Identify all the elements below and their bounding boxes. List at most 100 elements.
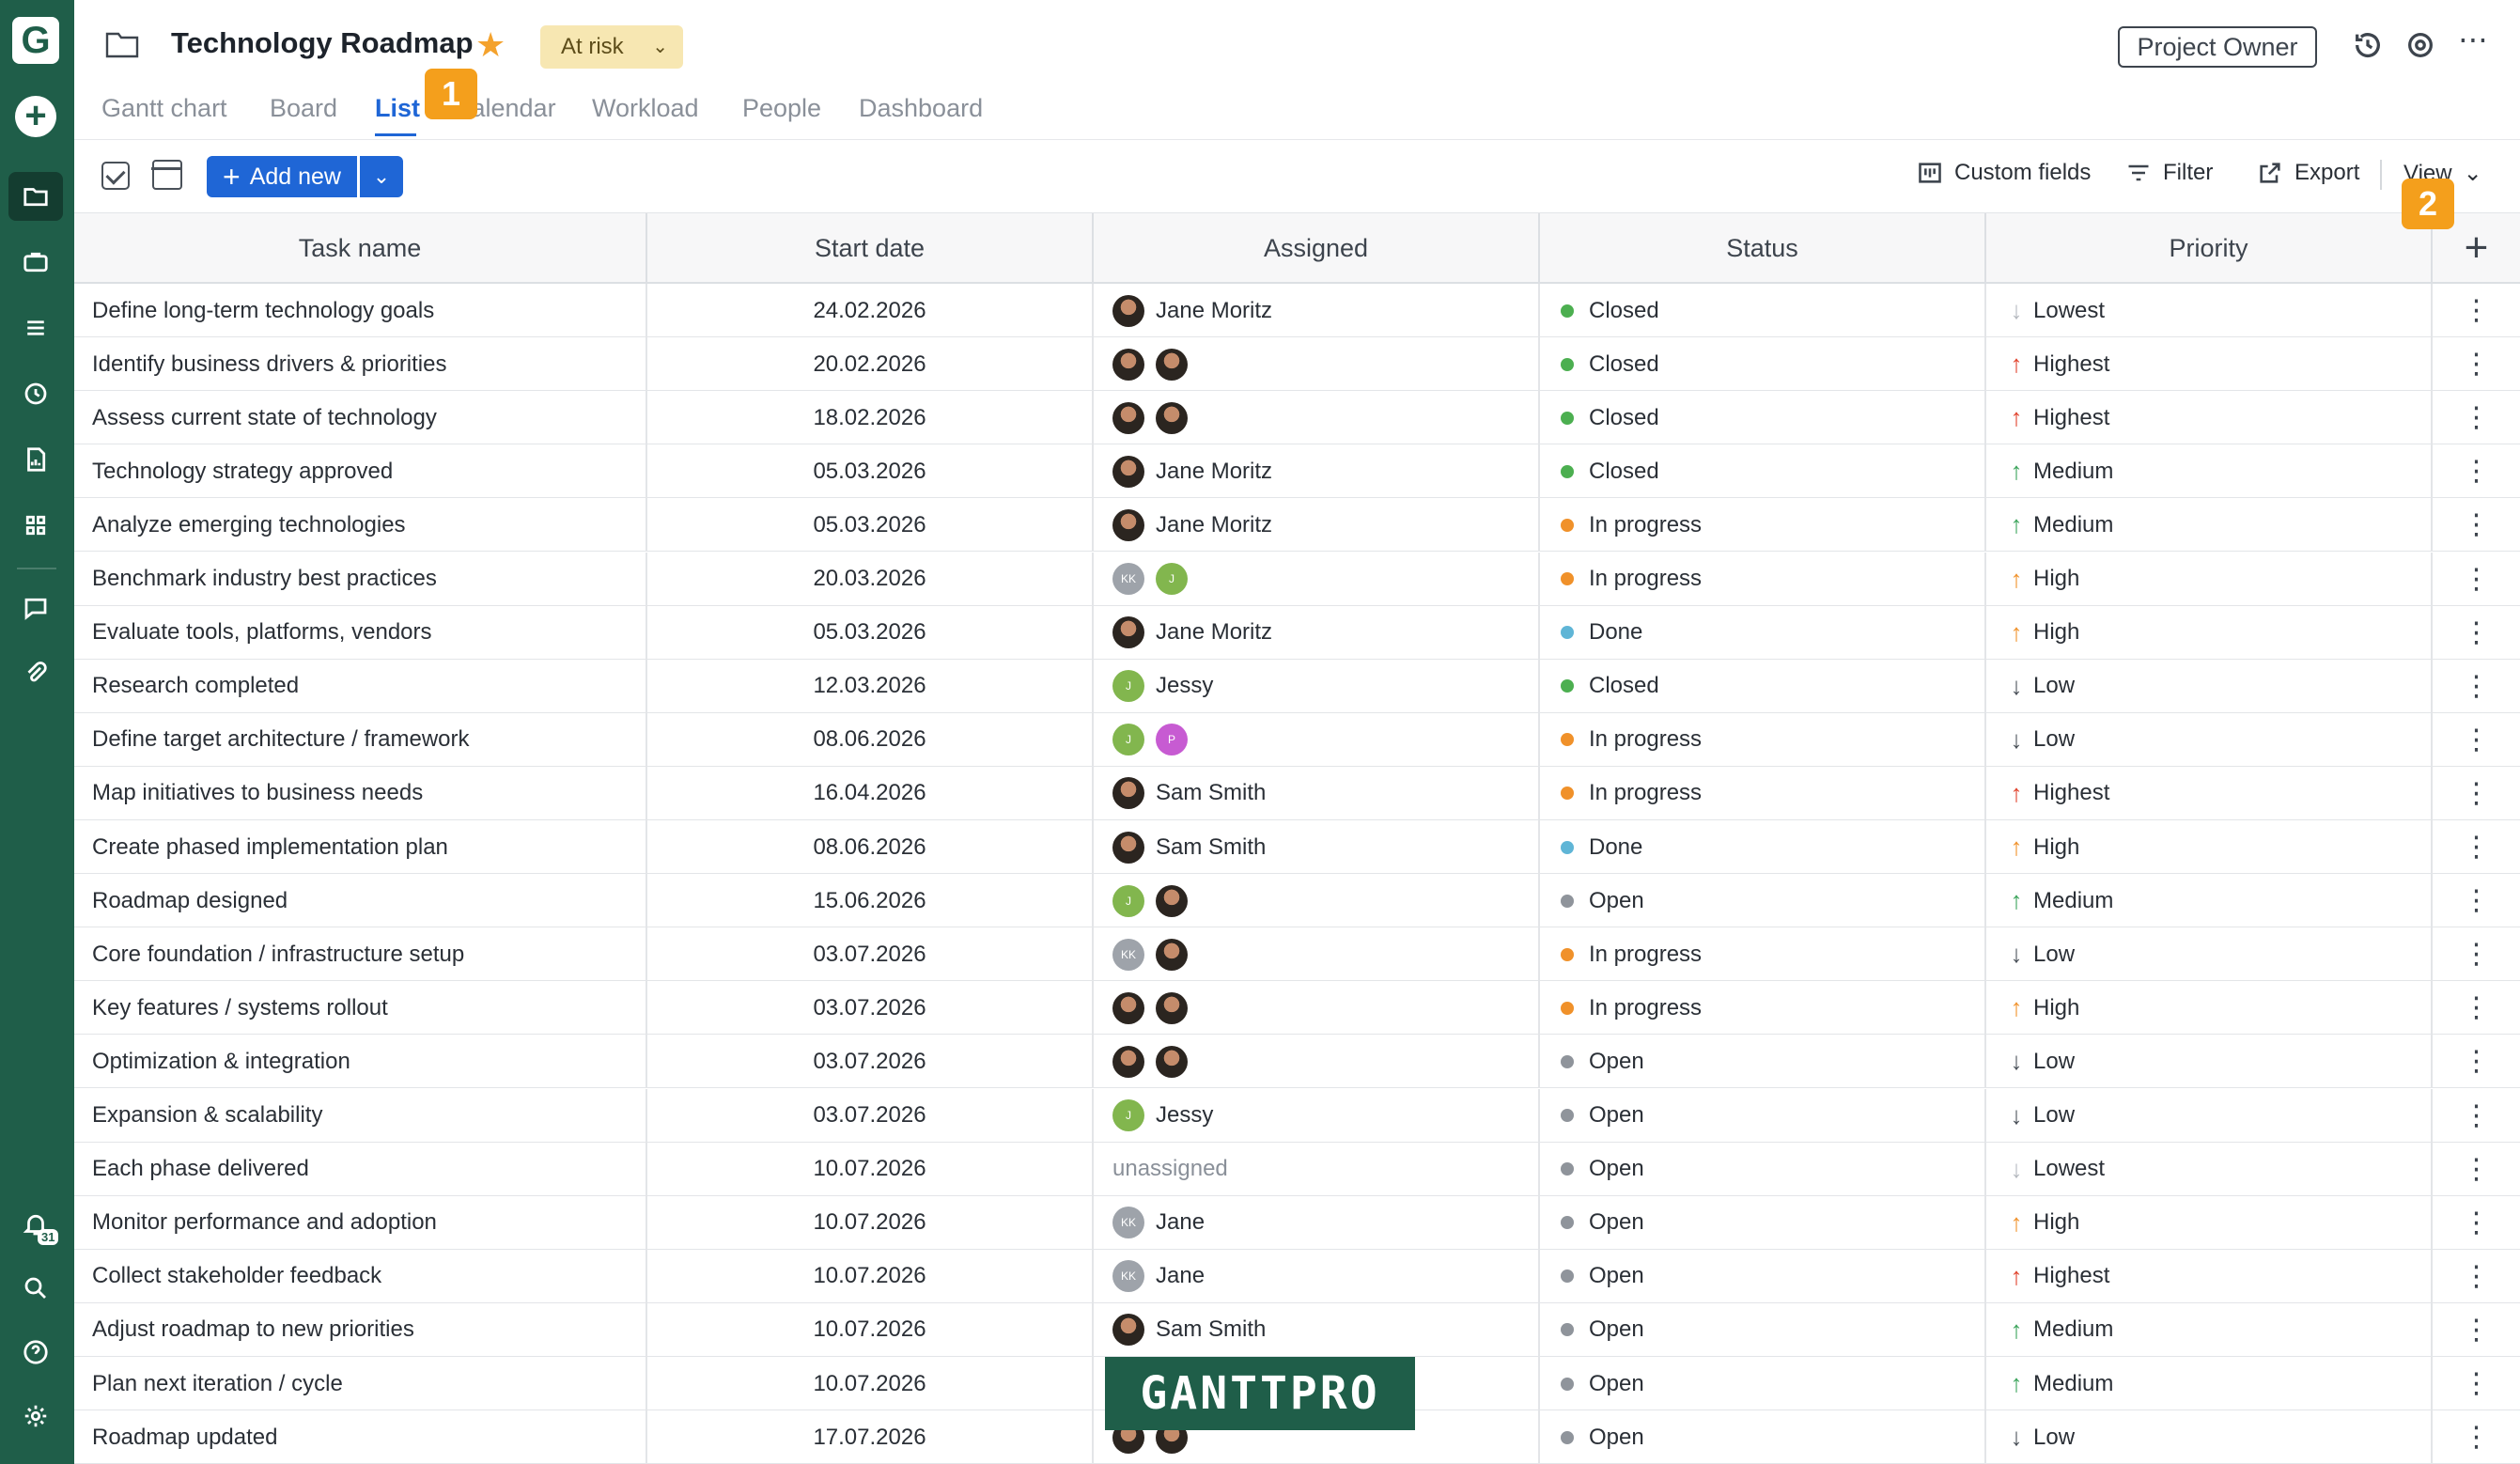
portfolio-briefcase-icon[interactable] (8, 238, 63, 287)
row-more-options-icon[interactable]: ⋮ (2433, 713, 2520, 767)
start-date-cell[interactable]: 16.04.2026 (647, 766, 1094, 820)
add-new-dropdown-button[interactable]: ⌄ (360, 156, 403, 197)
row-more-options-icon[interactable]: ⋮ (2433, 553, 2520, 606)
status-cell[interactable]: Open (1540, 1410, 1986, 1464)
row-more-options-icon[interactable]: ⋮ (2433, 1357, 2520, 1410)
status-cell[interactable]: Closed (1540, 337, 1986, 392)
status-cell[interactable]: Closed (1540, 444, 1986, 499)
table-row[interactable]: Define long-term technology goals 24.02.2… (74, 284, 2520, 337)
tab-dashboard[interactable]: Dashboard (859, 94, 983, 123)
row-more-options-icon[interactable]: ⋮ (2433, 1089, 2520, 1143)
start-date-cell[interactable]: 17.07.2026 (647, 1410, 1094, 1464)
status-cell[interactable]: In progress (1540, 927, 1986, 982)
task-name-cell[interactable]: Roadmap designed (74, 874, 647, 928)
table-row[interactable]: Adjust roadmap to new priorities 10.07.20… (74, 1302, 2520, 1357)
start-date-cell[interactable]: 10.07.2026 (647, 1302, 1094, 1357)
tab-gantt-chart[interactable]: Gantt chart (101, 94, 227, 123)
custom-fields-button[interactable]: Custom fields (1917, 160, 2091, 186)
assigned-cell[interactable]: KK Jane (1094, 1195, 1540, 1250)
priority-cell[interactable]: ↑ Highest (1986, 766, 2433, 820)
status-cell[interactable]: Open (1540, 1142, 1986, 1196)
task-name-cell[interactable]: Define long-term technology goals (74, 284, 647, 337)
start-date-cell[interactable]: 05.03.2026 (647, 498, 1094, 553)
start-date-cell[interactable]: 15.06.2026 (647, 874, 1094, 928)
task-name-cell[interactable]: Research completed (74, 659, 647, 713)
task-name-cell[interactable]: Define target architecture / framework (74, 712, 647, 767)
priority-cell[interactable]: ↓ Low (1986, 927, 2433, 982)
priority-cell[interactable]: ↑ Highest (1986, 337, 2433, 392)
start-date-cell[interactable]: 10.07.2026 (647, 1142, 1094, 1196)
priority-cell[interactable]: ↓ Low (1986, 1088, 2433, 1143)
project-status-dropdown[interactable]: At risk ⌄ (540, 25, 683, 69)
export-button[interactable]: Export (2257, 160, 2359, 186)
table-row[interactable]: Key features / systems rollout 03.07.2026… (74, 981, 2520, 1036)
row-more-options-icon[interactable]: ⋮ (2433, 284, 2520, 337)
row-more-options-icon[interactable]: ⋮ (2433, 981, 2520, 1035)
comments-chat-icon[interactable] (8, 584, 63, 632)
start-date-cell[interactable]: 10.07.2026 (647, 1195, 1094, 1250)
table-row[interactable]: Research completed 12.03.2026 J Jessy Closed… (74, 659, 2520, 713)
status-cell[interactable]: Open (1540, 1035, 1986, 1089)
start-date-cell[interactable]: 03.07.2026 (647, 1035, 1094, 1089)
task-name-cell[interactable]: Collect stakeholder feedback (74, 1249, 647, 1303)
start-date-cell[interactable]: 12.03.2026 (647, 659, 1094, 713)
column-header-priority[interactable]: Priority (1986, 213, 2433, 283)
task-name-cell[interactable]: Analyze emerging technologies (74, 498, 647, 553)
start-date-cell[interactable]: 03.07.2026 (647, 927, 1094, 982)
search-icon[interactable] (8, 1264, 63, 1313)
add-new-button[interactable]: + Add new (207, 156, 357, 197)
reports-icon[interactable] (8, 435, 63, 484)
row-more-options-icon[interactable]: ⋮ (2433, 1303, 2520, 1357)
priority-cell[interactable]: ↑ Medium (1986, 1357, 2433, 1410)
table-row[interactable]: Expansion & scalability 03.07.2026 J Jessy O… (74, 1088, 2520, 1143)
row-more-options-icon[interactable]: ⋮ (2433, 606, 2520, 660)
task-name-cell[interactable]: Create phased implementation plan (74, 820, 647, 874)
task-name-cell[interactable]: Core foundation / infrastructure setup (74, 927, 647, 982)
status-cell[interactable]: Open (1540, 1302, 1986, 1357)
start-date-cell[interactable]: 20.02.2026 (647, 337, 1094, 392)
tab-workload[interactable]: Workload (592, 94, 699, 123)
assigned-cell[interactable]: KK J (1094, 552, 1540, 606)
priority-cell[interactable]: ↑ Medium (1986, 874, 2433, 928)
tab-board[interactable]: Board (270, 94, 337, 123)
start-date-cell[interactable]: 08.06.2026 (647, 820, 1094, 874)
status-cell[interactable]: In progress (1540, 552, 1986, 606)
status-cell[interactable]: In progress (1540, 766, 1986, 820)
project-owner-button[interactable]: Project Owner (2118, 26, 2317, 68)
attachments-paperclip-icon[interactable] (8, 649, 63, 698)
table-row[interactable]: Technology strategy approved 05.03.2026 Ja… (74, 444, 2520, 499)
task-name-cell[interactable]: Monitor performance and adoption (74, 1195, 647, 1250)
status-cell[interactable]: Closed (1540, 391, 1986, 445)
priority-cell[interactable]: ↓ Low (1986, 712, 2433, 767)
assigned-cell[interactable] (1094, 391, 1540, 445)
start-date-cell[interactable]: 05.03.2026 (647, 605, 1094, 660)
page-title[interactable]: Technology Roadmap (171, 26, 474, 60)
status-cell[interactable]: Done (1540, 820, 1986, 874)
assigned-cell[interactable]: Sam Smith (1094, 766, 1540, 820)
status-cell[interactable]: Open (1540, 874, 1986, 928)
task-name-cell[interactable]: Each phase delivered (74, 1142, 647, 1196)
table-row[interactable]: Roadmap designed 15.06.2026 J Open ↑ Medium ⋮ (74, 874, 2520, 928)
priority-cell[interactable]: ↑ High (1986, 1195, 2433, 1250)
task-name-cell[interactable]: Key features / systems rollout (74, 981, 647, 1036)
row-more-options-icon[interactable]: ⋮ (2433, 1196, 2520, 1250)
status-cell[interactable]: Open (1540, 1357, 1986, 1410)
row-more-options-icon[interactable]: ⋮ (2433, 1143, 2520, 1196)
priority-cell[interactable]: ↑ High (1986, 981, 2433, 1036)
more-options-icon[interactable]: ⋯ (2454, 21, 2492, 58)
priority-cell[interactable]: ↑ Highest (1986, 1249, 2433, 1303)
assigned-cell[interactable]: J (1094, 874, 1540, 928)
start-date-cell[interactable]: 10.07.2026 (647, 1357, 1094, 1410)
assigned-cell[interactable]: J Jessy (1094, 1088, 1540, 1143)
help-question-icon[interactable] (8, 1328, 63, 1377)
start-date-cell[interactable]: 10.07.2026 (647, 1249, 1094, 1303)
assigned-cell[interactable]: Jane Moritz (1094, 498, 1540, 553)
table-row[interactable]: Collect stakeholder feedback 10.07.2026 KK… (74, 1249, 2520, 1303)
assigned-cell[interactable]: Jane Moritz (1094, 605, 1540, 660)
priority-cell[interactable]: ↑ High (1986, 552, 2433, 606)
favorite-star-icon[interactable]: ★ (475, 28, 506, 62)
tasks-list-icon[interactable] (8, 304, 63, 352)
row-more-options-icon[interactable]: ⋮ (2433, 874, 2520, 927)
settings-gear-icon[interactable] (2402, 26, 2439, 64)
column-header-task-name[interactable]: Task name (74, 213, 647, 283)
